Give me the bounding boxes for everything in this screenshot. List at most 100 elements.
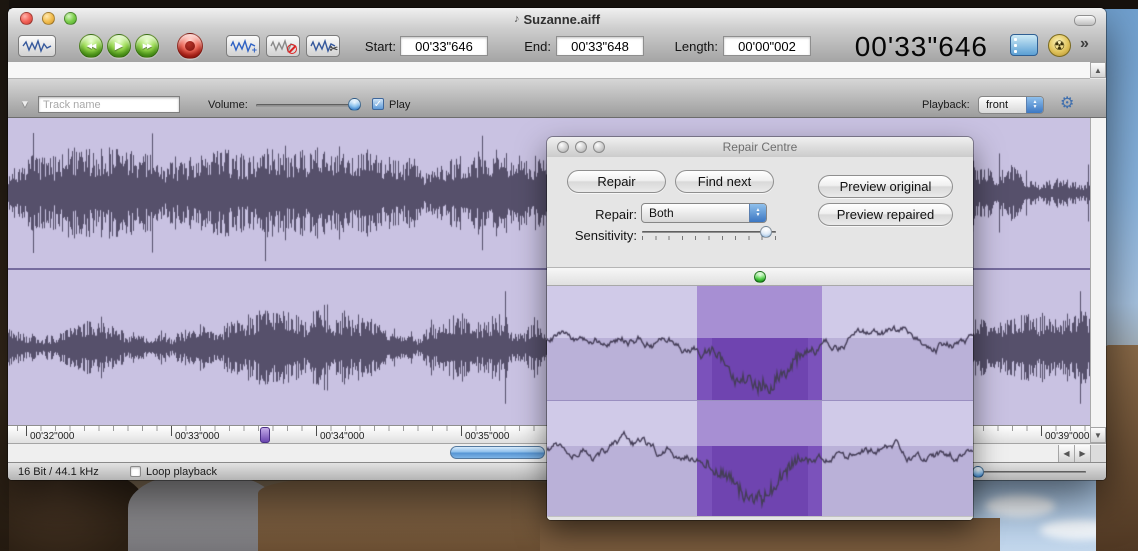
scroll-up-button[interactable]: ▲ (1090, 62, 1106, 78)
selection-core (712, 338, 808, 401)
start-field[interactable] (400, 36, 488, 56)
length-field[interactable] (723, 36, 811, 56)
waveform-remove-button[interactable] (266, 35, 300, 57)
rewind-button[interactable]: ◀◀ (79, 34, 103, 58)
channel-divider (547, 400, 973, 401)
playhead-marker[interactable] (260, 427, 270, 443)
scrollbar-corner (1090, 445, 1106, 462)
sensitivity-thumb[interactable] (760, 226, 772, 238)
sensitivity-slider[interactable] (642, 226, 776, 242)
play-label: Play (389, 99, 410, 111)
loop-playback-checkbox[interactable] (130, 466, 141, 477)
start-label: Start: (356, 39, 396, 54)
ruler-strip (8, 62, 1090, 79)
selection-core (712, 446, 808, 516)
scroll-down-button[interactable]: ▼ (1090, 427, 1106, 443)
waveform-add-button[interactable]: + (226, 35, 260, 57)
track-header: ▼ Volume: ✓ Play Playback: front ▲▼ ⚙ (8, 79, 1106, 118)
timeline-label: 00'32"000 (30, 431, 74, 442)
toolbar-overflow-button[interactable]: » (1080, 35, 1089, 53)
preview-repaired-button[interactable]: Preview repaired (818, 203, 953, 226)
sensitivity-ticks (642, 236, 776, 240)
play-button[interactable]: ▶ (107, 34, 131, 58)
plus-badge-icon: + (252, 46, 257, 55)
volume-label: Volume: (208, 99, 248, 111)
wallpaper-rocks (540, 518, 1000, 551)
track-name-input[interactable] (38, 96, 180, 113)
volume-slider[interactable] (256, 104, 356, 107)
film-icon (1014, 50, 1017, 53)
burn-button[interactable]: ☢ (1048, 34, 1071, 57)
end-field[interactable] (556, 36, 644, 56)
playback-value: front (979, 99, 1026, 111)
main-toolbar: ◀◀ ▶ ▶▶ + (8, 30, 1106, 63)
waveform-icon (22, 39, 52, 53)
window-title: Repair Centre (723, 140, 798, 154)
repair-mode-value: Both (642, 206, 749, 220)
find-next-button[interactable]: Find next (675, 170, 774, 193)
vertical-scrollbar[interactable] (1090, 118, 1106, 427)
volume-slider-thumb[interactable] (348, 98, 361, 111)
repair-bottom-bar: Zoom: (547, 516, 973, 520)
timeline-label: 00'35"000 (465, 431, 509, 442)
play-checkbox[interactable]: ✓ (372, 98, 384, 110)
forward-button[interactable]: ▶▶ (135, 34, 159, 58)
wallpaper-rocks (0, 468, 145, 551)
timeline-label: 00'39"000 (1045, 431, 1089, 442)
repair-centre-window: Repair Centre Repair Find next Preview o… (547, 137, 973, 520)
time-display: 00'33"646 (838, 31, 988, 63)
playback-popup[interactable]: front ▲▼ (978, 96, 1044, 114)
window-title: Suzanne.aiff (523, 12, 600, 27)
zoom-slider-thumb[interactable] (972, 466, 984, 478)
film-icon (1014, 44, 1017, 47)
right-arrow-icon: ▶ (1079, 449, 1085, 458)
gear-button[interactable]: ⚙ (1060, 93, 1074, 113)
length-label: Length: (658, 39, 718, 54)
wallpaper-rocks (258, 479, 588, 551)
disclosure-triangle[interactable]: ▼ (20, 99, 30, 110)
play-icon: ▶ (115, 41, 123, 52)
waveform-crop-button[interactable]: ✂ (306, 35, 340, 57)
down-arrow-icon: ▼ (1094, 431, 1102, 440)
waveform-tool-button[interactable] (18, 35, 56, 57)
movies-button[interactable] (1010, 34, 1038, 56)
screen: ♪ Suzanne.aiff ◀◀ ▶ ▶▶ (0, 0, 1138, 551)
burn-icon: ☢ (1054, 38, 1066, 54)
scroll-left-button[interactable]: ◀ (1058, 445, 1074, 462)
popup-arrows-icon: ▲▼ (1026, 97, 1043, 113)
document-icon: ♪ (514, 13, 520, 25)
scissors-badge-icon: ✂ (330, 45, 338, 55)
check-icon: ✓ (374, 99, 382, 110)
zoom-slider[interactable] (970, 471, 1086, 473)
main-titlebar[interactable]: ♪ Suzanne.aiff (8, 8, 1106, 31)
left-arrow-icon: ◀ (1063, 449, 1069, 458)
cloud (985, 495, 1055, 517)
scroll-right-button[interactable]: ▶ (1074, 445, 1090, 462)
repair-titlebar[interactable]: Repair Centre (547, 137, 973, 158)
end-label: End: (513, 39, 551, 54)
timeline-label: 00'34"000 (320, 431, 364, 442)
repair-button[interactable]: Repair (567, 170, 666, 193)
selection-region (697, 401, 822, 446)
popup-arrows-icon: ▲▼ (749, 204, 766, 222)
toolbar-toggle-button[interactable] (1074, 15, 1096, 26)
repair-body: Repair Find next Preview original Previe… (547, 157, 973, 520)
format-info: 16 Bit / 44.1 kHz (18, 466, 99, 478)
position-indicator-track (547, 267, 973, 286)
preview-original-button[interactable]: Preview original (818, 175, 953, 198)
selection-region (697, 286, 822, 338)
timeline-label: 00'33"000 (175, 431, 219, 442)
rewind-icon: ◀◀ (87, 43, 96, 50)
repair-mode-popup[interactable]: Both ▲▼ (641, 203, 767, 223)
record-button[interactable] (177, 33, 203, 59)
up-arrow-icon: ▲ (1094, 66, 1102, 75)
prohibition-icon (287, 44, 297, 54)
repair-waveform-preview[interactable] (547, 286, 973, 516)
sensitivity-label: Sensitivity: (557, 228, 637, 243)
loop-playback-label: Loop playback (146, 466, 217, 478)
record-icon (185, 41, 195, 51)
hscroll-thumb[interactable] (450, 446, 545, 459)
position-indicator (754, 271, 766, 283)
repair-label: Repair: (577, 207, 637, 222)
sensitivity-track (642, 231, 776, 233)
